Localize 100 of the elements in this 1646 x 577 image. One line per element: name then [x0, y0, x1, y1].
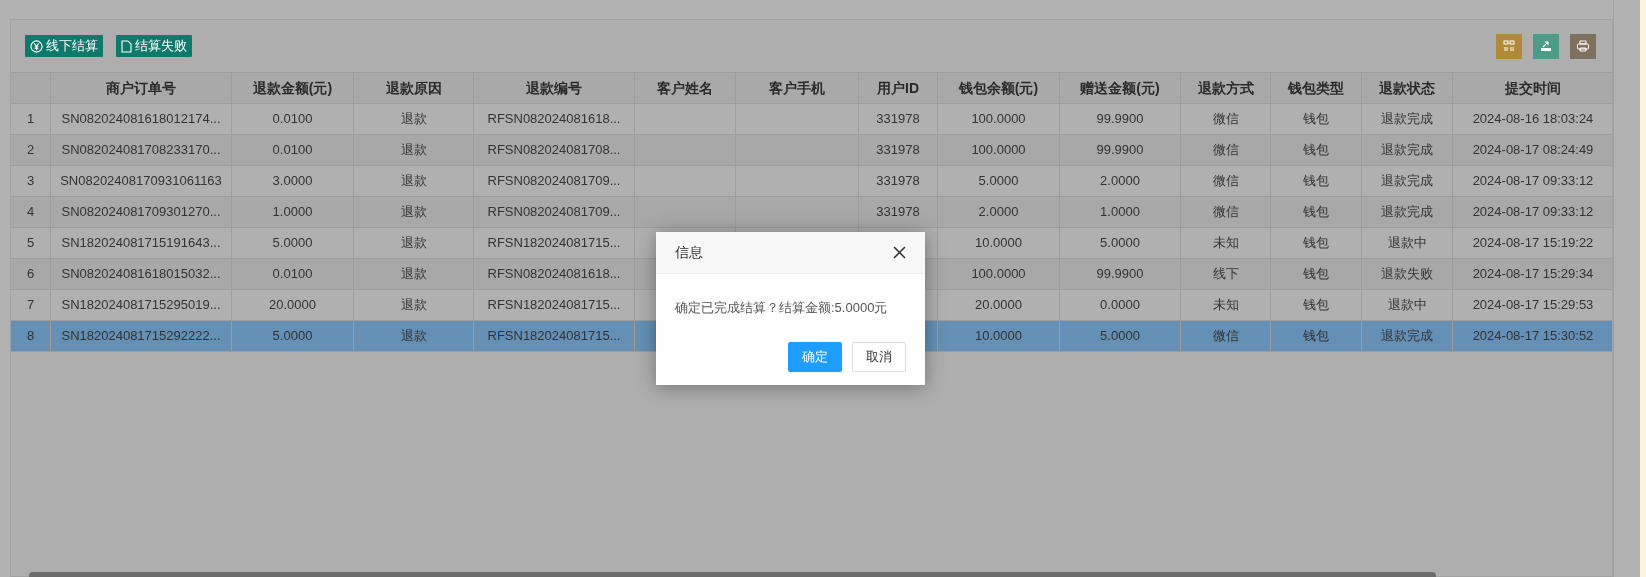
table-cell-text: 3 — [26, 172, 35, 191]
table-cell-text: 钱包 — [1303, 296, 1329, 315]
toolbar-button[interactable]: 结算失败 — [116, 35, 192, 57]
table-cell-text: RFSN082024081708... — [487, 141, 621, 160]
table-cell-text: 2024-08-17 15:19:22 — [1472, 234, 1594, 253]
table-cell-text: 1.0000 — [272, 203, 313, 222]
table-cell-text: RFSN082024081709... — [487, 203, 621, 222]
table-cell-text: 2024-08-17 09:33:12 — [1472, 203, 1594, 222]
export-icon[interactable] — [1533, 33, 1559, 59]
table-cell-text: 2.0000 — [978, 203, 1019, 222]
table-cell-text: 5 — [26, 234, 35, 253]
table-cell-text: 退款失败 — [1381, 265, 1433, 284]
table-cell-text: 100.0000 — [971, 141, 1026, 160]
column-header: 商户订单号 — [51, 73, 232, 103]
table-cell-text: SN082024081618012174... — [61, 110, 221, 129]
table-cell-text: 5.0000 — [1100, 327, 1140, 346]
printer-icon[interactable] — [1570, 33, 1596, 59]
cancel-button[interactable]: 取消 — [852, 341, 906, 372]
table-cell-text: RFSN182024081715... — [487, 234, 621, 253]
table-cell-text: 331978 — [876, 172, 920, 191]
table-cell-text: 退款完成 — [1381, 141, 1433, 160]
column-header: 退款方式 — [1181, 73, 1271, 103]
table-cell-text: 2024-08-16 18:03:24 — [1472, 110, 1594, 129]
table-cell-text: 退款完成 — [1381, 203, 1433, 222]
table-cell-text: 0.0100 — [272, 110, 313, 129]
table-cell-text: 2024-08-17 15:30:52 — [1472, 327, 1594, 346]
column-header: 客户手机 — [736, 73, 859, 103]
table-cell-text: 3.0000 — [272, 172, 313, 191]
table-cell-text: SN182024081715295019... — [61, 296, 221, 315]
table-cell-text: 2024-08-17 09:33:12 — [1472, 172, 1594, 191]
column-header: 退款编号 — [474, 73, 635, 103]
table-cell-text: 退款 — [400, 141, 427, 160]
table-cell-text: 钱包 — [1303, 265, 1329, 284]
table-cell-text: 2024-08-17 15:29:34 — [1472, 265, 1594, 284]
file-icon — [121, 39, 132, 53]
table-cell-text: 100.0000 — [971, 110, 1026, 129]
table-cell-text: 7 — [26, 296, 35, 315]
table-cell-text: 退款中 — [1387, 296, 1427, 315]
confirm-button[interactable]: 确定 — [788, 341, 842, 372]
table-cell-text: RFSN182024081715... — [487, 327, 621, 346]
table-cell-text: 退款 — [400, 110, 427, 129]
table-cell-text: 8 — [26, 327, 35, 346]
table-cell-text: 钱包 — [1303, 203, 1329, 222]
table-cell-text: 20.0000 — [269, 296, 316, 315]
table-cell-text: 0.0000 — [1100, 296, 1140, 315]
table-cell-text: 退款 — [400, 203, 427, 222]
table-cell-text: SN08202408170931061163 — [60, 172, 222, 191]
table-cell-text: 2.0000 — [1100, 172, 1140, 191]
table-cell-text: 5.0000 — [272, 234, 313, 253]
table-cell-text: 钱包 — [1303, 141, 1329, 160]
table-cell-text: 2024-08-17 15:29:53 — [1472, 296, 1594, 315]
horizontal-scrollbar[interactable] — [29, 572, 1436, 577]
table-cell-text: SN182024081715292222... — [61, 327, 221, 346]
columns-icon[interactable] — [1496, 33, 1522, 59]
table-cell-text: 钱包 — [1303, 110, 1329, 129]
table-cell-text: 1 — [26, 110, 35, 129]
table-cell-text: 331978 — [876, 110, 920, 129]
column-header: 客户姓名 — [635, 73, 736, 103]
table-cell-text: SN082024081618015032... — [61, 265, 221, 284]
table-cell-text: 钱包 — [1303, 172, 1329, 191]
table-cell-text: 331978 — [876, 141, 920, 160]
table-cell-text: 6 — [26, 265, 35, 284]
table-row[interactable]: 2 SN082024081708233170... 0.0100 退款 RFSN082024081708... 331978 100.0000 99.9900 微信 钱包 退款完成 2024-08-17 08:24:49 — [11, 135, 1612, 166]
table-cell-text: 钱包 — [1303, 234, 1329, 253]
column-header: 退款状态 — [1362, 73, 1453, 103]
table-cell-text: 99.9900 — [1096, 141, 1144, 160]
table-cell-text: RFSN082024081709... — [487, 172, 621, 191]
table-cell-text: 331978 — [876, 203, 920, 222]
table-cell-text: 20.0000 — [975, 296, 1022, 315]
toolbar-button[interactable]: 线下结算 — [25, 35, 103, 57]
table-cell-text: 微信 — [1212, 203, 1239, 222]
table-row[interactable]: 1 SN082024081618012174... 0.0100 退款 RFSN082024081618... 331978 100.0000 99.9900 微信 钱包 退款完成 2024-08-16 18:03:24 — [11, 104, 1612, 135]
table-cell-text: 2024-08-17 08:24:49 — [1472, 141, 1594, 160]
table-cell-text: 退款完成 — [1381, 172, 1433, 191]
table-cell-text: 2 — [26, 141, 35, 160]
table-cell-text: 退款 — [400, 234, 427, 253]
table-cell-text: 5.0000 — [272, 327, 313, 346]
table-row[interactable]: 3 SN08202408170931061163 3.0000 退款 RFSN082024081709... 331978 5.0000 2.0000 微信 钱包 退款完成 2024-08-17 09:33:12 — [11, 166, 1612, 197]
table-cell-text: 退款 — [400, 172, 427, 191]
column-header: 退款金额(元) — [232, 73, 354, 103]
table-cell-text: 微信 — [1212, 172, 1239, 191]
column-header: 退款原因 — [354, 73, 474, 103]
table-cell-text: 未知 — [1212, 296, 1239, 315]
table-cell-text: 未知 — [1212, 234, 1239, 253]
table-cell-text: 退款完成 — [1381, 110, 1433, 129]
table-cell-text: 微信 — [1212, 110, 1239, 129]
dialog-title: 信息 — [675, 243, 703, 262]
table-cell-text: 0.0100 — [272, 141, 313, 160]
table-cell-text: SN182024081715191643... — [61, 234, 221, 253]
table-cell-text: 100.0000 — [971, 265, 1026, 284]
table-cell-text: 微信 — [1212, 327, 1239, 346]
table-cell-text: 钱包 — [1303, 327, 1329, 346]
table-cell-text: SN082024081709301270... — [61, 203, 221, 222]
table-cell-text: 99.9900 — [1096, 265, 1144, 284]
table-cell-text: 0.0100 — [272, 265, 313, 284]
table-cell-text: 4 — [26, 203, 35, 222]
table-cell-text: RFSN082024081618... — [487, 265, 621, 284]
yen-icon — [30, 39, 43, 53]
close-icon[interactable] — [893, 246, 906, 259]
table-row[interactable]: 4 SN082024081709301270... 1.0000 退款 RFSN082024081709... 331978 2.0000 1.0000 微信 钱包 退款完成 2024-08-17 09:33:12 — [11, 197, 1612, 228]
